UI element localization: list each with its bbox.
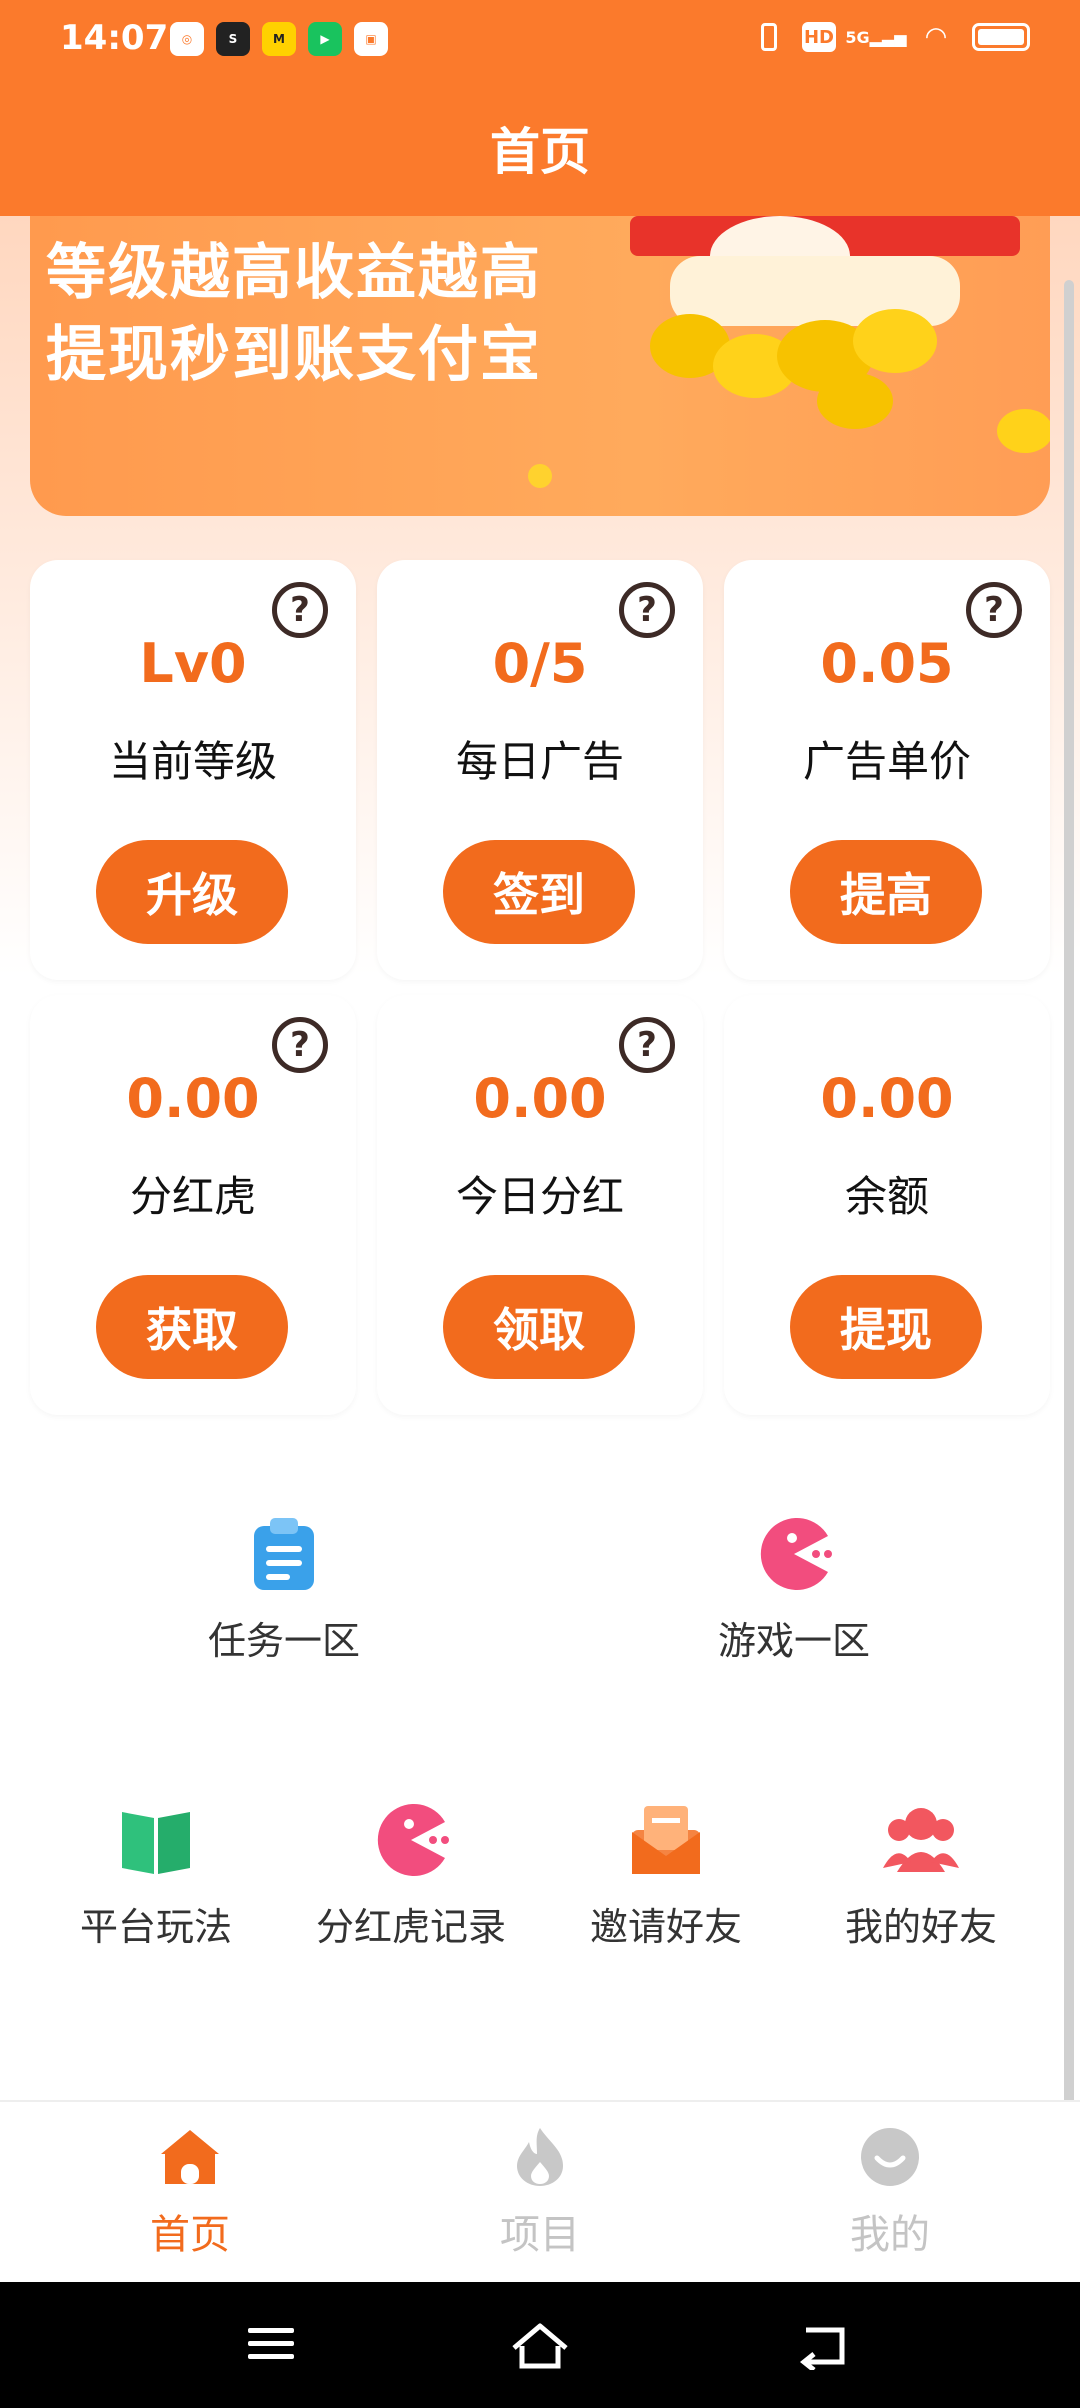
pacman-icon xyxy=(373,1802,449,1878)
meituan-app-icon: M xyxy=(262,22,296,56)
card-balance: 0.00 余额 提现 xyxy=(724,995,1050,1415)
help-icon[interactable]: ? xyxy=(619,1017,675,1073)
upgrade-button[interactable]: 升级 xyxy=(96,840,288,944)
quick-links-panel: 平台玩法 分红虎记录 邀请好友 我的好友 xyxy=(30,1746,1050,2002)
friends-icon xyxy=(883,1802,959,1878)
obtain-button[interactable]: 获取 xyxy=(96,1275,288,1379)
zone-game-label: 游戏一区 xyxy=(717,1619,870,1663)
carousel-indicator[interactable] xyxy=(528,464,552,488)
back-icon[interactable] xyxy=(798,2322,850,2370)
status-app-icons: ◎ S M ▶ ▣ xyxy=(170,22,388,56)
tab-home[interactable]: 首页 xyxy=(80,2126,300,2260)
dividend-tiger-value: 0.00 xyxy=(126,1067,260,1130)
system-nav-bar xyxy=(0,2282,1080,2408)
help-icon[interactable]: ? xyxy=(966,582,1022,638)
raise-price-button[interactable]: 提高 xyxy=(790,840,982,944)
dividend-tiger-label: 分红虎 xyxy=(129,1172,256,1221)
soul-app-icon: S xyxy=(216,22,250,56)
daily-ads-label: 每日广告 xyxy=(455,737,624,786)
zones-panel: 任务一区 游戏一区 xyxy=(30,1460,1050,1716)
today-dividend-value: 0.00 xyxy=(473,1067,607,1130)
balance-value: 0.00 xyxy=(820,1067,954,1130)
withdraw-button[interactable]: 提现 xyxy=(790,1275,982,1379)
tab-mine-label: 我的 xyxy=(850,2212,930,2258)
status-time: 14:07 xyxy=(60,18,169,58)
claim-button[interactable]: 领取 xyxy=(443,1275,635,1379)
home-icon xyxy=(161,2130,219,2184)
ad-price-value: 0.05 xyxy=(820,632,954,695)
quick-link-friends[interactable]: 我的好友 xyxy=(771,1802,1071,1951)
scrollbar[interactable] xyxy=(1064,280,1074,2250)
pacman-icon xyxy=(756,1516,832,1592)
wifi-icon: ◠ xyxy=(926,22,946,52)
video-app-icon: ▶ xyxy=(308,22,342,56)
tab-home-label: 首页 xyxy=(150,2212,230,2258)
signal-icon: 5G ▂▃▅ xyxy=(845,27,907,47)
bottom-navigation: 首页 项目 我的 xyxy=(0,2100,1080,2282)
menu-icon[interactable] xyxy=(246,2322,296,2366)
battery-icon xyxy=(972,23,1030,51)
help-icon[interactable]: ? xyxy=(272,1017,328,1073)
envelope-icon xyxy=(628,1802,704,1878)
gold-ingots-illustration xyxy=(630,216,1050,453)
check-in-button[interactable]: 签到 xyxy=(443,840,635,944)
vibrate-icon xyxy=(752,22,786,52)
page-title: 首页 xyxy=(490,123,590,181)
tab-projects[interactable]: 项目 xyxy=(430,2126,650,2260)
card-daily-ads: ? 0/5 每日广告 签到 xyxy=(377,560,703,980)
banner-line-1: 等级越高收益越高 xyxy=(46,238,542,308)
promo-banner[interactable]: 等级越高收益越高 提现秒到账支付宝 xyxy=(30,216,1050,516)
level-label: 当前等级 xyxy=(108,737,277,786)
card-ad-price: ? 0.05 广告单价 提高 xyxy=(724,560,1050,980)
status-indicators: HD 5G ▂▃▅ ◠ xyxy=(752,22,1030,52)
balance-label: 余额 xyxy=(844,1172,929,1221)
smile-icon xyxy=(861,2128,919,2186)
clipboard-icon xyxy=(246,1516,322,1592)
app-header: 14:07 ◎ S M ▶ ▣ HD 5G ▂▃▅ ◠ 首页 xyxy=(0,0,1080,216)
quick-link-friends-label: 我的好友 xyxy=(844,1905,997,1949)
hd-icon: HD xyxy=(802,22,836,52)
card-level: ? Lv0 当前等级 升级 xyxy=(30,560,356,980)
card-dividend-tiger: ? 0.00 分红虎 获取 xyxy=(30,995,356,1415)
banner-line-2: 提现秒到账支付宝 xyxy=(46,320,542,390)
status-bar: 14:07 ◎ S M ▶ ▣ HD 5G ▂▃▅ ◠ xyxy=(0,0,1080,84)
level-value: Lv0 xyxy=(139,632,247,695)
shop-app-icon: ▣ xyxy=(354,22,388,56)
tab-projects-label: 项目 xyxy=(500,2212,580,2258)
card-today-dividend: ? 0.00 今日分红 领取 xyxy=(377,995,703,1415)
ad-price-label: 广告单价 xyxy=(802,737,971,786)
help-icon[interactable]: ? xyxy=(619,582,675,638)
system-home-icon[interactable] xyxy=(510,2322,570,2370)
book-icon xyxy=(118,1802,194,1878)
soul-app-icon: ◎ xyxy=(170,22,204,56)
today-dividend-label: 今日分红 xyxy=(455,1172,624,1221)
zone-task-label: 任务一区 xyxy=(207,1619,360,1663)
help-icon[interactable]: ? xyxy=(272,582,328,638)
zone-task[interactable]: 任务一区 xyxy=(134,1516,434,1665)
fire-icon xyxy=(517,2128,563,2186)
daily-ads-value: 0/5 xyxy=(492,632,588,695)
tab-mine[interactable]: 我的 xyxy=(780,2126,1000,2260)
zone-game[interactable]: 游戏一区 xyxy=(644,1516,944,1665)
